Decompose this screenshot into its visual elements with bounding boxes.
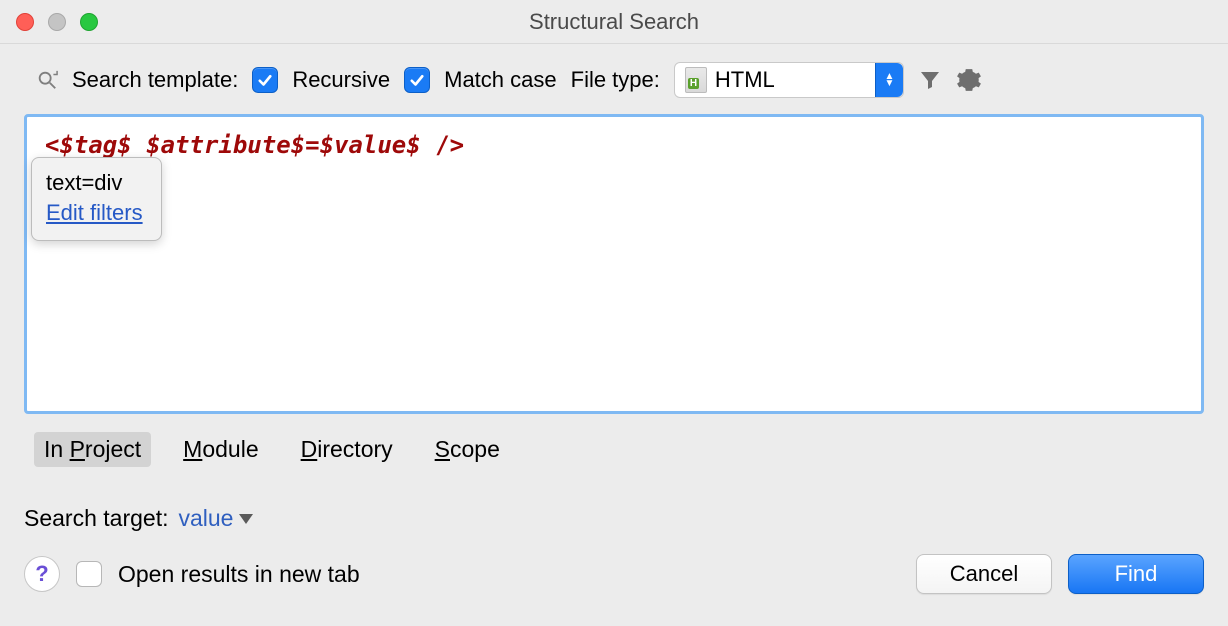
window-minimize-button[interactable]	[48, 13, 66, 31]
window-zoom-button[interactable]	[80, 13, 98, 31]
search-template-label: Search template:	[72, 67, 238, 93]
titlebar: Structural Search	[0, 0, 1228, 44]
scope-tabs: In Project Module Directory Scope	[0, 426, 1228, 477]
file-type-html-icon: H	[685, 67, 707, 93]
dialog-footer: ? Open results in new tab Cancel Find	[0, 540, 1228, 594]
cancel-button[interactable]: Cancel	[916, 554, 1052, 594]
file-type-label: File type:	[571, 67, 660, 93]
gear-icon[interactable]	[956, 67, 982, 93]
find-button[interactable]: Find	[1068, 554, 1204, 594]
tok-space	[132, 131, 146, 159]
tok-open: <	[45, 131, 59, 159]
chevron-down-icon	[239, 514, 253, 524]
recursive-checkbox[interactable]	[252, 67, 278, 93]
tok-var-attribute: $attribute$	[146, 131, 305, 159]
variable-tooltip: text=div Edit filters	[31, 157, 162, 241]
tooltip-text-line: text=div	[46, 168, 143, 198]
search-target-dropdown[interactable]: value	[178, 505, 253, 532]
recursive-label: Recursive	[292, 67, 390, 93]
help-button[interactable]: ?	[24, 556, 60, 592]
window-close-button[interactable]	[16, 13, 34, 31]
file-type-stepper[interactable]: ▲▼	[875, 63, 903, 97]
tok-var-value: $value$	[320, 131, 421, 159]
search-target-label: Search target:	[24, 505, 168, 532]
search-target-row: Search target: value	[0, 477, 1228, 540]
scope-tab-directory[interactable]: Directory	[291, 432, 403, 467]
scope-tab-in-project[interactable]: In Project	[34, 432, 151, 467]
window-title: Structural Search	[0, 9, 1228, 35]
open-results-label: Open results in new tab	[118, 561, 360, 588]
search-toolbar: Search template: Recursive Match case Fi…	[0, 44, 1228, 110]
search-target-value: value	[178, 505, 233, 532]
open-results-checkbox[interactable]	[76, 561, 102, 587]
tok-var-tag: $tag$	[59, 131, 131, 159]
match-case-label: Match case	[444, 67, 557, 93]
match-case-checkbox[interactable]	[404, 67, 430, 93]
search-icon[interactable]	[36, 69, 58, 91]
tok-eq: =	[305, 131, 319, 159]
traffic-lights	[16, 13, 98, 31]
file-type-value: HTML	[715, 67, 775, 93]
tok-close: />	[421, 131, 464, 159]
file-type-select[interactable]: H HTML ▲▼	[674, 62, 904, 98]
template-editor[interactable]: <$tag$ $attribute$=$value$ /> text=div E…	[24, 114, 1204, 414]
scope-tab-scope[interactable]: Scope	[425, 432, 510, 467]
scope-tab-module[interactable]: Module	[173, 432, 268, 467]
edit-filters-link[interactable]: Edit filters	[46, 200, 143, 225]
filter-icon[interactable]	[918, 68, 942, 92]
